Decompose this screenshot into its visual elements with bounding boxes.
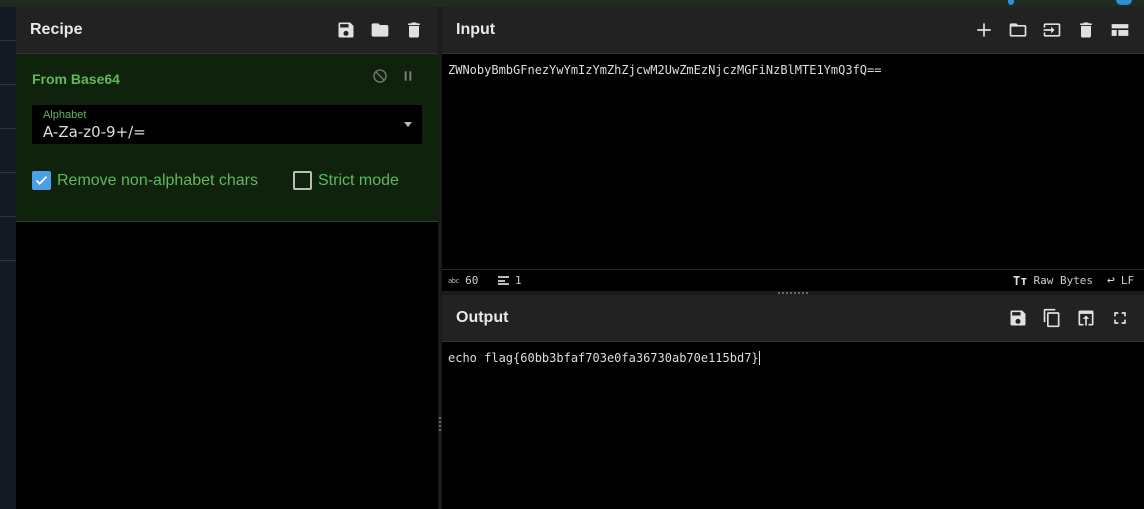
top-bar (0, 0, 1144, 7)
operation-from-base64[interactable]: From Base64 Alphabet A-Za-z0-9+/= Remove… (16, 54, 438, 222)
output-panel: Output echo flag{60bb3bfaf703e0fa36730ab… (442, 295, 1144, 509)
output-header: Output (442, 295, 1144, 342)
save-icon[interactable] (1008, 308, 1028, 328)
length-label: abc (448, 276, 460, 285)
output-value: echo flag{60bb3bfaf703e0fa36730ab70e115b… (448, 351, 759, 365)
input-lines: 1 (498, 274, 522, 287)
output-title: Output (456, 309, 509, 326)
input-panel: Input ZWNobyBmbGFnezYwYmIzYmZhZjcwM2UwZm… (442, 7, 1144, 291)
length-value: 60 (465, 274, 479, 287)
disable-icon[interactable] (372, 68, 388, 84)
remove-non-alphabet-label: Remove non-alphabet chars (57, 171, 259, 189)
layout-icon[interactable] (1110, 20, 1130, 40)
return-icon: ↩ (1107, 273, 1115, 288)
operations-panel-edge[interactable] (0, 7, 16, 509)
recipe-header: Recipe (16, 7, 438, 54)
recipe-panel: Recipe From Base64 Alphabet A-Za-z0-9+/=… (16, 7, 438, 509)
text-cursor (758, 351, 760, 365)
strict-mode-checkbox[interactable]: Strict mode (293, 171, 399, 190)
input-textarea[interactable]: ZWNobyBmbGFnezYwYmIzYmZhZjcwM2UwZmEzNjcz… (442, 54, 1144, 86)
eol-button[interactable]: ↩ LF (1107, 273, 1134, 288)
trash-icon[interactable] (1076, 20, 1096, 40)
input-title: Input (456, 21, 496, 38)
top-bar-accent (1116, 0, 1132, 5)
checkbox-unchecked-icon[interactable] (293, 171, 312, 190)
pause-icon[interactable] (400, 68, 416, 84)
folder-icon[interactable] (1008, 20, 1028, 40)
text-encoding-icon: Tт (1013, 273, 1028, 288)
lines-icon (498, 276, 509, 285)
copy-icon[interactable] (1042, 308, 1062, 328)
replace-input-icon[interactable] (1076, 308, 1096, 328)
top-bar-accent (1008, 0, 1014, 5)
recipe-title: Recipe (30, 21, 83, 38)
alphabet-label: Alphabet (43, 109, 87, 121)
maximize-icon[interactable] (1110, 308, 1130, 328)
checkbox-checked-icon[interactable] (32, 171, 51, 190)
strict-mode-label: Strict mode (318, 171, 399, 189)
plus-icon[interactable] (974, 20, 994, 40)
input-status-bar: abc 60 1 Tт Raw Bytes ↩ LF (442, 269, 1144, 291)
chr-encoding-button[interactable]: Tт Raw Bytes (1013, 274, 1093, 288)
operation-title: From Base64 (32, 71, 120, 87)
chevron-down-icon (404, 122, 412, 127)
alphabet-select[interactable]: Alphabet A-Za-z0-9+/= (32, 105, 422, 144)
eol-value: LF (1120, 274, 1135, 287)
lines-value: 1 (515, 274, 522, 287)
alphabet-value: A-Za-z0-9+/= (43, 123, 146, 141)
input-header: Input (442, 7, 1144, 54)
input-length: abc 60 (448, 274, 478, 287)
save-icon[interactable] (336, 20, 356, 40)
trash-icon[interactable] (404, 20, 424, 40)
folder-icon[interactable] (370, 20, 390, 40)
remove-non-alphabet-checkbox[interactable]: Remove non-alphabet chars (32, 171, 258, 190)
import-icon[interactable] (1042, 20, 1062, 40)
encoding-value: Raw Bytes (1033, 274, 1094, 287)
output-text[interactable]: echo flag{60bb3bfaf703e0fa36730ab70e115b… (442, 342, 1144, 374)
